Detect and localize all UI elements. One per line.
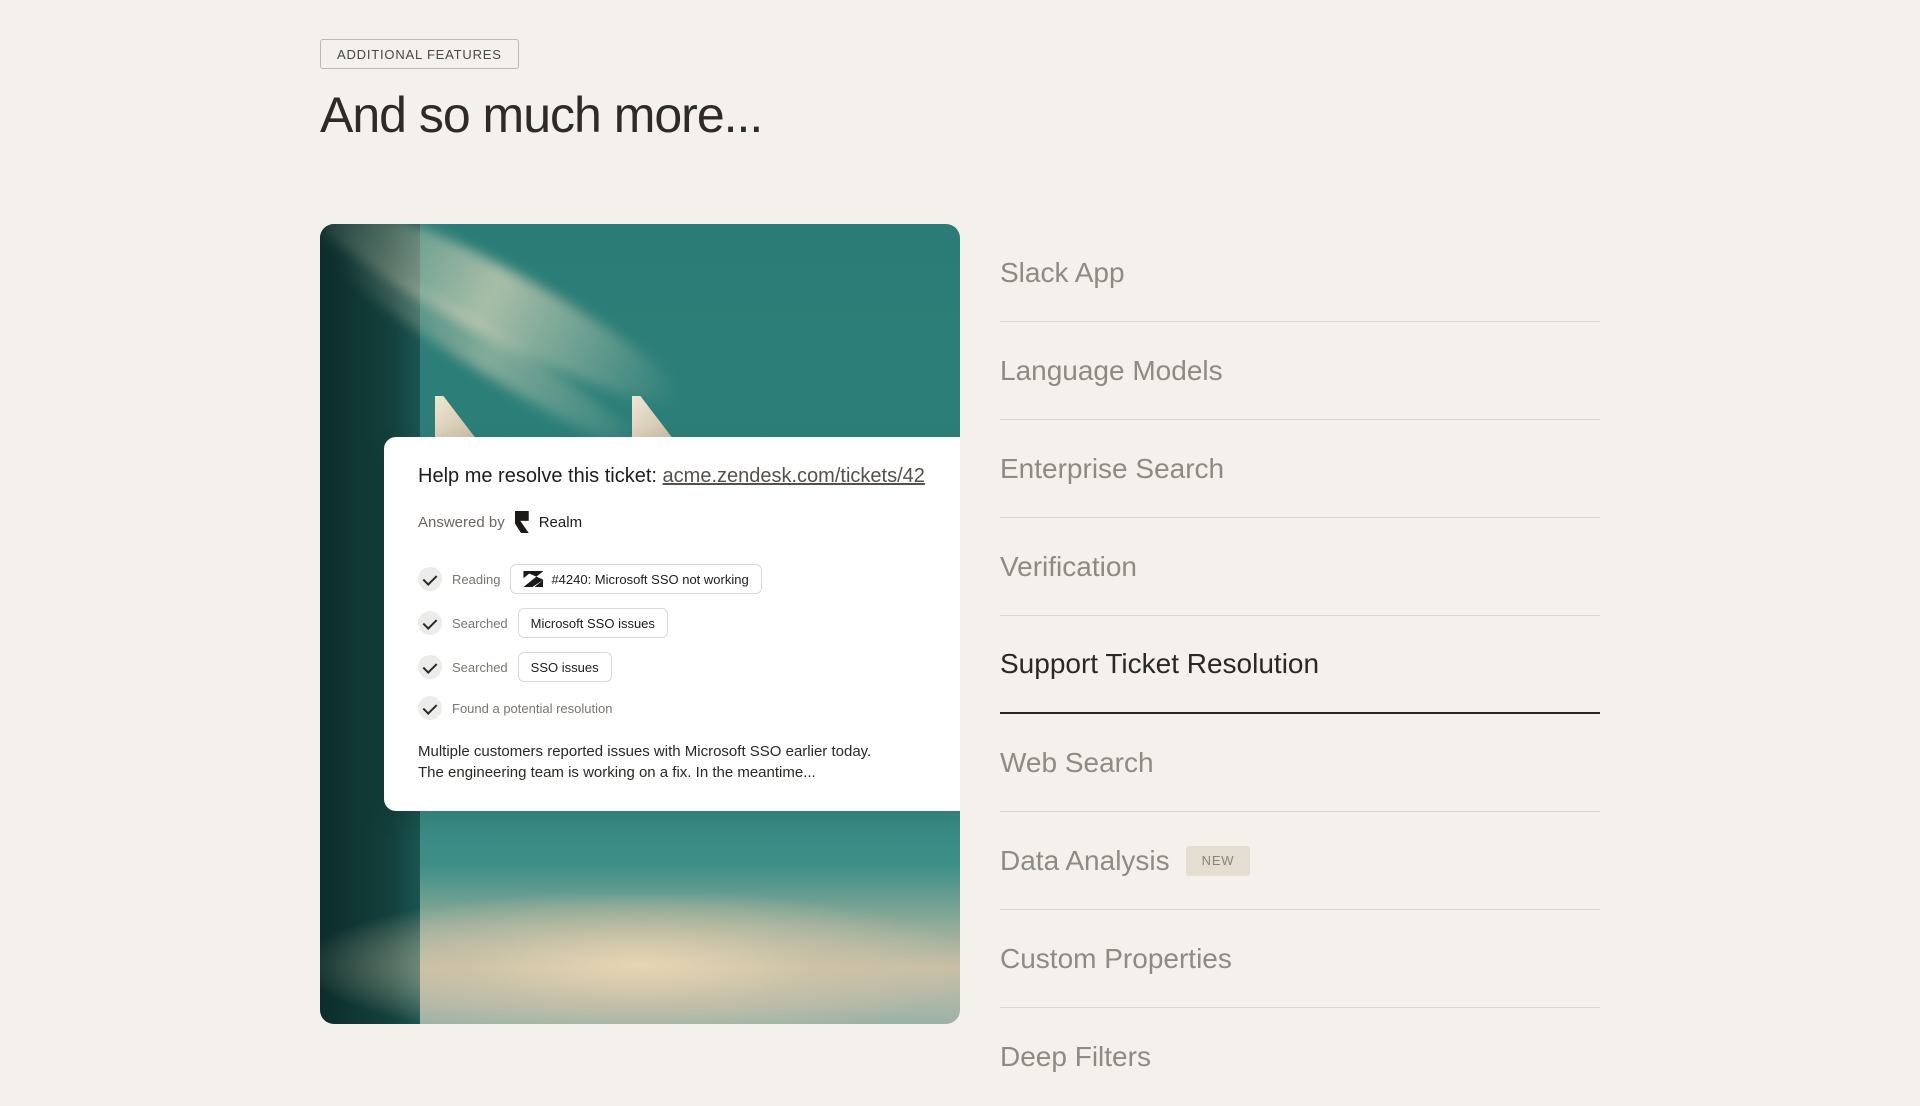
answer-line: Multiple customers reported issues with … [418, 743, 872, 760]
feature-label: Data Analysis [1000, 844, 1170, 876]
feature-item-verification[interactable]: Verification [1000, 518, 1600, 616]
step-item: Searched Microsoft SSO issues [418, 601, 762, 645]
source-chip[interactable]: #4240: Microsoft SSO not working [510, 564, 762, 594]
feature-item-web-search[interactable]: Web Search [1000, 714, 1600, 812]
feature-label: Language Models [1000, 354, 1223, 386]
answer-text: Multiple customers reported issues with … [418, 741, 938, 783]
section-headline: And so much more... [320, 87, 763, 143]
ticket-link[interactable]: acme.zendesk.com/tickets/42 [663, 465, 925, 487]
additional-features-section: ADDITIONAL FEATURES And so much more... … [320, 0, 1600, 1080]
realm-logo-icon [514, 511, 529, 533]
chip-label: SSO issues [530, 659, 599, 675]
feature-label: Slack App [1000, 256, 1125, 288]
check-icon [418, 611, 442, 635]
feature-item-language-models[interactable]: Language Models [1000, 322, 1600, 420]
feature-item-custom-properties[interactable]: Custom Properties [1000, 910, 1600, 1008]
check-icon [418, 696, 442, 720]
feature-item-deep-filters[interactable]: Deep Filters [1000, 1008, 1600, 1106]
feature-item-enterprise-search[interactable]: Enterprise Search [1000, 420, 1600, 518]
feature-label: Enterprise Search [1000, 452, 1225, 484]
search-chip[interactable]: Microsoft SSO issues [517, 608, 668, 638]
feature-list: Slack App Language Models Enterprise Sea… [1000, 224, 1600, 1106]
step-verb: Reading [452, 571, 501, 587]
step-verb: Searched [452, 615, 508, 631]
answer-line: The engineering team is working on a fix… [418, 764, 816, 781]
feature-visual: Help me resolve this ticket: acme.zendes… [320, 224, 960, 1024]
answered-by-label: Answered by [418, 513, 505, 531]
floor-glow [320, 894, 960, 1024]
step-verb: Found a potential resolution [452, 700, 613, 716]
chat-answer-card: Help me resolve this ticket: acme.zendes… [384, 437, 960, 811]
chip-label: Microsoft SSO issues [530, 615, 655, 631]
feature-item-slack-app[interactable]: Slack App [1000, 224, 1600, 322]
new-badge: NEW [1185, 845, 1251, 876]
chip-label: #4240: Microsoft SSO not working [551, 571, 749, 587]
section-eyebrow: ADDITIONAL FEATURES [320, 39, 519, 69]
step-item: Searched SSO issues [418, 645, 762, 689]
answered-by-name: Realm [538, 513, 583, 531]
book-shape [435, 396, 477, 440]
feature-label: Custom Properties [1000, 942, 1232, 974]
feature-item-support-ticket-resolution[interactable]: Support Ticket Resolution [1000, 616, 1600, 714]
step-item: Reading #4240: Microsoft SSO not working [418, 557, 762, 601]
feature-label: Support Ticket Resolution [1000, 648, 1320, 679]
book-shape [632, 396, 674, 440]
check-icon [418, 567, 442, 591]
feature-label: Verification [1000, 550, 1137, 582]
prompt-text: Help me resolve this ticket: [418, 465, 657, 487]
zendesk-icon [523, 571, 543, 587]
step-verb: Searched [452, 659, 508, 675]
answered-by: Answered by Realm [418, 511, 582, 533]
user-prompt: Help me resolve this ticket: acme.zendes… [418, 465, 925, 488]
reasoning-steps: Reading #4240: Microsoft SSO not working… [418, 557, 762, 727]
step-item: Found a potential resolution [418, 689, 762, 727]
check-icon [418, 655, 442, 679]
search-chip[interactable]: SSO issues [517, 652, 612, 682]
feature-label: Deep Filters [1000, 1041, 1151, 1072]
feature-item-data-analysis[interactable]: Data Analysis NEW [1000, 812, 1600, 910]
feature-label: Web Search [1000, 746, 1154, 778]
